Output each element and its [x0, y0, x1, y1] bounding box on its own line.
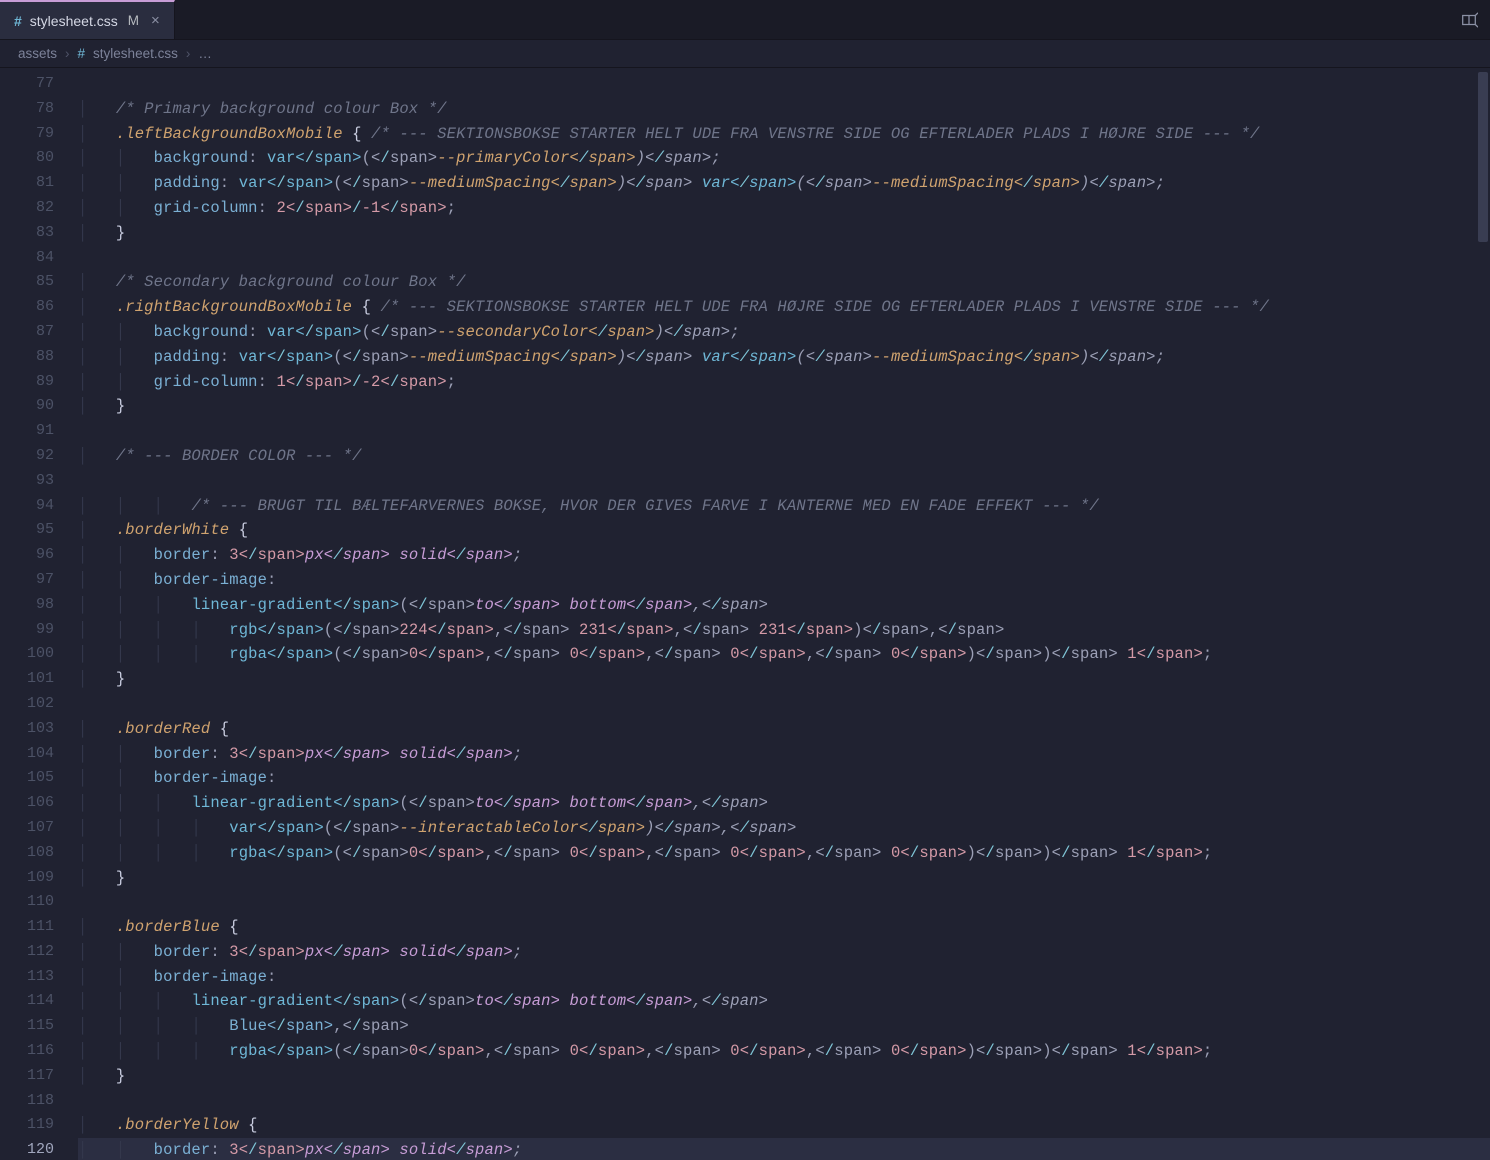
breadcrumb-ellipsis[interactable]: …: [198, 46, 212, 61]
code-line[interactable]: │ }: [78, 667, 1490, 692]
code-line[interactable]: [78, 72, 1490, 97]
breadcrumb-segment-file[interactable]: stylesheet.css: [93, 46, 178, 61]
tab-actions: [1448, 0, 1490, 39]
code-line[interactable]: │ /* --- BORDER COLOR --- */: [78, 444, 1490, 469]
code-line[interactable]: │ }: [78, 866, 1490, 891]
code-line[interactable]: │ │ │ /* --- BRUGT TIL BÆLTEFARVERNES BO…: [78, 494, 1490, 519]
css-file-icon: #: [78, 46, 86, 61]
code-line[interactable]: │ │ padding: var</span>(</span>--mediumS…: [78, 345, 1490, 370]
code-line[interactable]: │ │ background: var</span>(</span>--prim…: [78, 146, 1490, 171]
scrollbar-thumb[interactable]: [1478, 72, 1488, 242]
code-line[interactable]: │ .rightBackgroundBoxMobile { /* --- SEK…: [78, 295, 1490, 320]
code-line[interactable]: │ }: [78, 1064, 1490, 1089]
tab-filename: stylesheet.css: [30, 13, 118, 29]
close-tab-icon[interactable]: ×: [151, 12, 160, 29]
code-line[interactable]: │ /* Secondary background colour Box */: [78, 270, 1490, 295]
code-line[interactable]: │ │ grid-column: 1</span>/-2</span>;: [78, 370, 1490, 395]
code-line[interactable]: │ │ │ │ rgba</span>(</span>0</span>,</sp…: [78, 841, 1490, 866]
code-line[interactable]: [78, 469, 1490, 494]
code-line[interactable]: │ .borderRed {: [78, 717, 1490, 742]
breadcrumb-segment-assets[interactable]: assets: [18, 46, 57, 61]
code-line[interactable]: │ │ border: 3</span>px</span> solid</spa…: [78, 543, 1490, 568]
code-line[interactable]: │ │ │ │ rgba</span>(</span>0</span>,</sp…: [78, 1039, 1490, 1064]
code-line[interactable]: │ .leftBackgroundBoxMobile { /* --- SEKT…: [78, 122, 1490, 147]
chevron-right-icon: ›: [65, 46, 70, 61]
code-line[interactable]: [78, 692, 1490, 717]
code-line[interactable]: │ │ │ │ rgb</span>(</span>224</span>,</s…: [78, 618, 1490, 643]
code-line[interactable]: │ │ padding: var</span>(</span>--mediumS…: [78, 171, 1490, 196]
code-line[interactable]: │ │ grid-column: 2</span>/-1</span>;: [78, 196, 1490, 221]
vertical-scrollbar[interactable]: [1476, 68, 1490, 1160]
modified-badge: M: [128, 13, 139, 28]
code-line[interactable]: │ │ border: 3</span>px</span> solid</spa…: [78, 940, 1490, 965]
code-line[interactable]: │ │ border: 3</span>px</span> solid</spa…: [78, 742, 1490, 767]
code-line[interactable]: │ │ │ linear-gradient</span>(</span>to</…: [78, 593, 1490, 618]
code-editor[interactable]: 7778798081828384858687888990919293949596…: [0, 68, 1490, 1160]
code-line[interactable]: │ .borderYellow {: [78, 1113, 1490, 1138]
tab-bar: # stylesheet.css M ×: [0, 0, 1490, 40]
code-line[interactable]: │ │ │ linear-gradient</span>(</span>to</…: [78, 989, 1490, 1014]
tab-stylesheet-css[interactable]: # stylesheet.css M ×: [0, 0, 175, 39]
code-line[interactable]: │ }: [78, 221, 1490, 246]
code-line[interactable]: [78, 419, 1490, 444]
code-line[interactable]: │ │ │ │ var</span>(</span>--interactable…: [78, 816, 1490, 841]
code-line[interactable]: │ │ │ │ Blue</span>,</span>: [78, 1014, 1490, 1039]
breadcrumb[interactable]: assets › # stylesheet.css › …: [0, 40, 1490, 68]
line-number-gutter: 7778798081828384858687888990919293949596…: [0, 68, 68, 1160]
code-line[interactable]: │ │ border-image:: [78, 965, 1490, 990]
code-line[interactable]: │ /* Primary background colour Box */: [78, 97, 1490, 122]
code-line[interactable]: │ .borderBlue {: [78, 915, 1490, 940]
code-line[interactable]: │ │ background: var</span>(</span>--seco…: [78, 320, 1490, 345]
code-line[interactable]: [78, 246, 1490, 271]
code-line[interactable]: │ │ │ linear-gradient</span>(</span>to</…: [78, 791, 1490, 816]
code-line[interactable]: │ │ border-image:: [78, 766, 1490, 791]
code-line[interactable]: │ │ border: 3</span>px</span> solid</spa…: [78, 1138, 1490, 1160]
chevron-right-icon: ›: [186, 46, 191, 61]
code-line[interactable]: [78, 890, 1490, 915]
code-line[interactable]: │ .borderWhite {: [78, 518, 1490, 543]
code-line[interactable]: [78, 1089, 1490, 1114]
code-line[interactable]: │ }: [78, 394, 1490, 419]
split-editor-icon[interactable]: [1460, 11, 1478, 29]
code-content[interactable]: │ /* Primary background colour Box */│ .…: [68, 68, 1490, 1160]
editor-window: # stylesheet.css M × assets › # styleshe…: [0, 0, 1490, 1160]
css-file-icon: #: [14, 13, 22, 29]
code-line[interactable]: │ │ border-image:: [78, 568, 1490, 593]
code-line[interactable]: │ │ │ │ rgba</span>(</span>0</span>,</sp…: [78, 642, 1490, 667]
